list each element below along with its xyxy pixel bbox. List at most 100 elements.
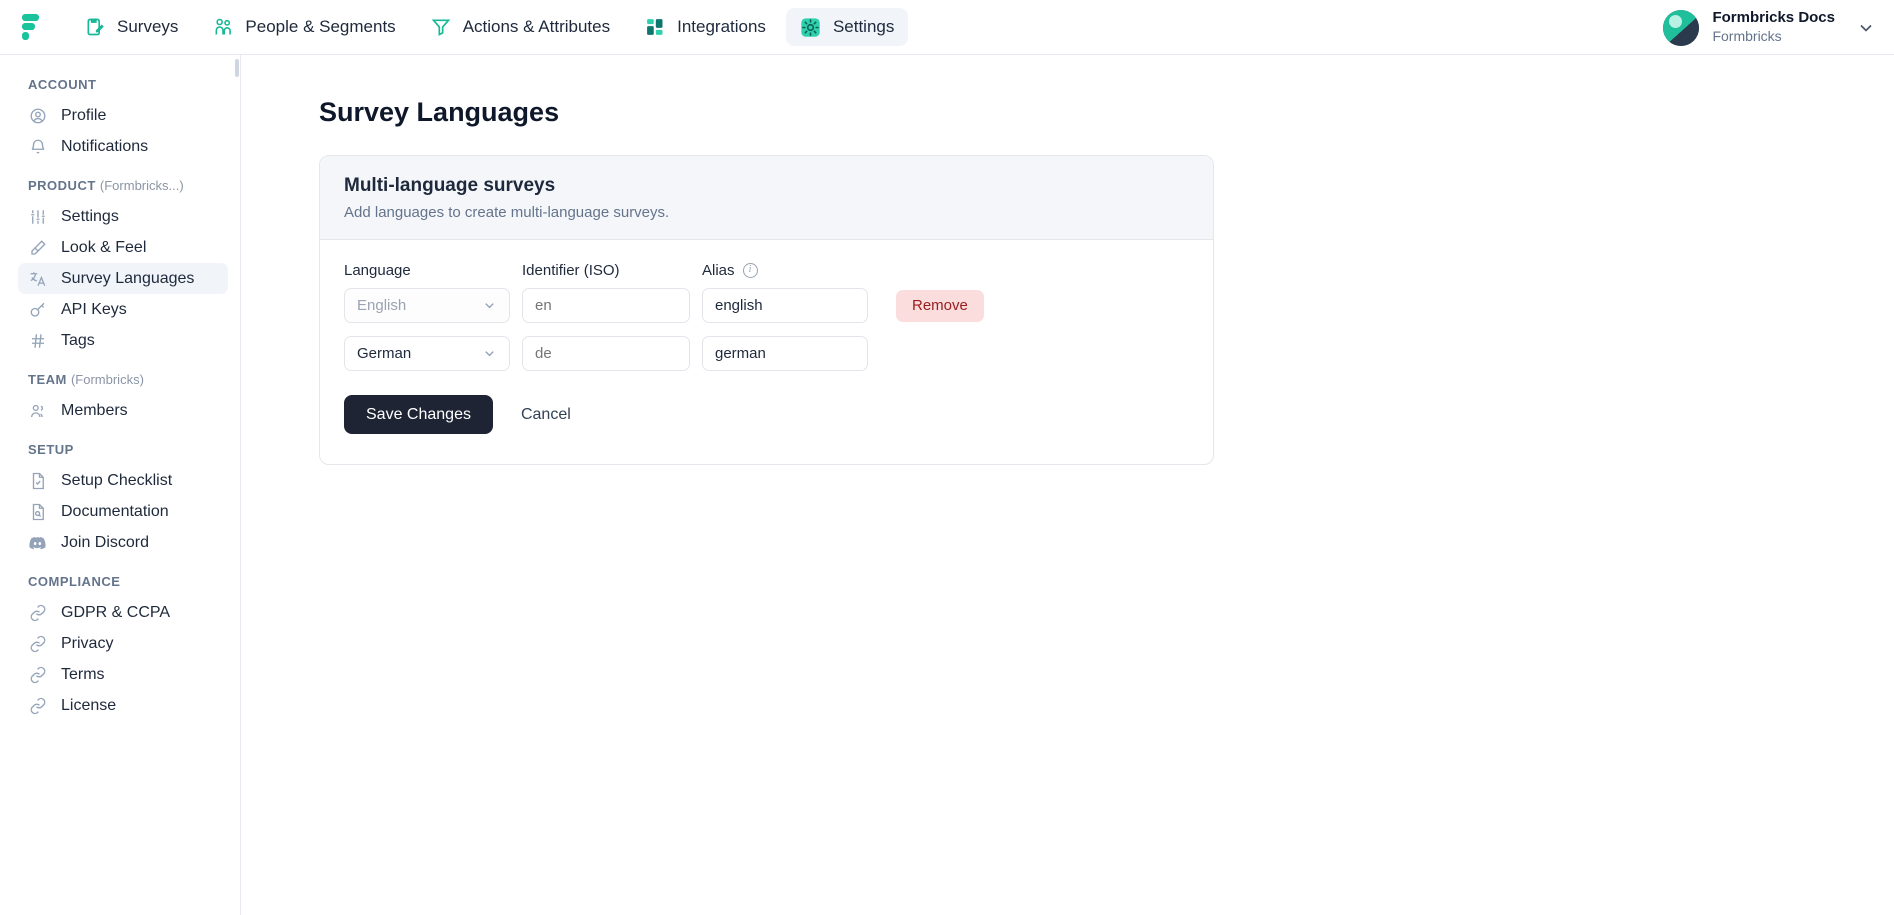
nav-label: Surveys (117, 17, 179, 36)
sidebar-item-privacy[interactable]: Privacy (18, 628, 228, 659)
settings-sidebar: ACCOUNT Profile Notifications PRODUCT (F… (0, 55, 241, 915)
sidebar-heading-sub: (Formbricks) (70, 372, 144, 387)
sidebar-item-members[interactable]: Members (18, 395, 228, 426)
link-icon (28, 603, 47, 622)
sidebar-item-notifications[interactable]: Notifications (18, 131, 228, 162)
sidebar-item-tags[interactable]: Tags (18, 325, 228, 356)
top-navbar: Surveys People & Segments Actions & Attr… (0, 0, 1894, 55)
language-row: German (344, 336, 1189, 371)
alias-input-german[interactable] (702, 336, 868, 371)
nav-item-surveys[interactable]: Surveys (70, 8, 192, 46)
nav-label: Settings (832, 17, 895, 36)
sidebar-item-join-discord[interactable]: Join Discord (18, 527, 228, 558)
file-check-icon (28, 471, 47, 490)
language-select-english[interactable]: English (344, 288, 510, 323)
column-header-identifier: Identifier (ISO) (522, 262, 620, 279)
sidebar-group-heading: ACCOUNT (0, 77, 240, 100)
gear-icon (800, 16, 822, 38)
link-icon (28, 665, 47, 684)
people-icon (212, 16, 234, 38)
formbricks-logo-icon[interactable] (18, 13, 44, 41)
sidebar-heading-sub: (Formbricks...) (99, 178, 184, 193)
file-search-icon (28, 502, 47, 521)
sidebar-item-profile[interactable]: Profile (18, 100, 228, 131)
sidebar-scrollbar[interactable] (235, 59, 239, 77)
nav-item-people-segments[interactable]: People & Segments (198, 8, 409, 46)
sidebar-item-setup-checklist[interactable]: Setup Checklist (18, 465, 228, 496)
sliders-icon (28, 207, 47, 226)
avatar (1663, 9, 1700, 46)
sidebar-group-heading: TEAM (Formbricks) (0, 372, 240, 395)
sidebar-heading-text: SETUP (28, 442, 74, 457)
sidebar-item-look-and-feel[interactable]: Look & Feel (18, 232, 228, 263)
chevron-down-icon[interactable] (1856, 18, 1876, 38)
alias-input-english[interactable] (702, 288, 868, 323)
sidebar-item-label: Terms (61, 665, 105, 683)
clipboard-pencil-icon (84, 16, 106, 38)
sidebar-group-heading: SETUP (0, 442, 240, 465)
sidebar-item-label: Documentation (61, 502, 169, 520)
sidebar-group-team: TEAM (Formbricks) Members (0, 372, 240, 426)
chevron-down-icon (482, 298, 497, 313)
link-icon (28, 634, 47, 653)
iso-input-english[interactable] (522, 288, 690, 323)
nav-label: Integrations (677, 17, 766, 36)
brush-icon (28, 238, 47, 257)
user-circle-icon (28, 106, 47, 125)
remove-button-english[interactable]: Remove (896, 289, 984, 322)
account-org: Formbricks (1712, 28, 1782, 45)
sidebar-item-label: License (61, 696, 117, 714)
sidebar-heading-text: COMPLIANCE (28, 574, 121, 589)
sidebar-item-label: Setup Checklist (61, 471, 173, 489)
column-header-language: Language (344, 262, 411, 279)
language-select-german[interactable]: German (344, 336, 510, 371)
card-title: Multi-language surveys (344, 175, 556, 196)
column-header-alias-text: Alias (702, 262, 735, 279)
nav-item-settings[interactable]: Settings (785, 8, 909, 46)
sidebar-heading-text: TEAM (28, 372, 67, 387)
sidebar-item-label: Survey Languages (61, 269, 195, 287)
nav-label: Actions & Attributes (462, 17, 611, 36)
language-select-value: German (357, 345, 412, 362)
card-subtitle: Add languages to create multi-language s… (344, 204, 670, 221)
hash-icon (28, 331, 47, 350)
sidebar-item-label: Tags (61, 331, 95, 349)
nav-item-actions-attributes[interactable]: Actions & Attributes (416, 8, 624, 46)
sidebar-item-label: Settings (61, 207, 119, 225)
primary-nav: Surveys People & Segments Actions & Attr… (70, 8, 909, 46)
sidebar-group-heading: PRODUCT (Formbricks...) (0, 178, 240, 201)
link-icon (28, 696, 47, 715)
nav-item-integrations[interactable]: Integrations (630, 8, 780, 46)
iso-input-german[interactable] (522, 336, 690, 371)
languages-icon (28, 269, 47, 288)
cancel-button[interactable]: Cancel (521, 406, 571, 424)
blocks-icon (644, 16, 666, 38)
sidebar-item-label: Privacy (61, 634, 114, 652)
bell-icon (28, 137, 47, 156)
sidebar-item-label: GDPR & CCPA (61, 603, 171, 621)
account-name: Formbricks Docs (1712, 9, 1835, 27)
funnel-icon (430, 16, 452, 38)
language-select-value: English (357, 297, 407, 314)
sidebar-item-gdpr-ccpa[interactable]: GDPR & CCPA (18, 597, 228, 628)
sidebar-item-terms[interactable]: Terms (18, 659, 228, 690)
sidebar-heading-text: PRODUCT (28, 178, 96, 193)
account-switcher[interactable]: Formbricks Docs Formbricks (1663, 0, 1876, 55)
discord-icon (28, 533, 47, 552)
main-content: Survey Languages Multi-language surveys … (241, 55, 1894, 915)
sidebar-item-api-keys[interactable]: API Keys (18, 294, 228, 325)
column-header-alias: Alias i (702, 262, 882, 279)
sidebar-item-license[interactable]: License (18, 690, 228, 721)
sidebar-group-product: PRODUCT (Formbricks...) Settings Look & … (0, 178, 240, 356)
card-header: Multi-language surveys Add languages to … (320, 156, 1213, 240)
save-changes-button[interactable]: Save Changes (344, 395, 493, 434)
sidebar-group-account: ACCOUNT Profile Notifications (0, 77, 240, 162)
info-icon[interactable]: i (742, 263, 758, 278)
language-row: English Remove (344, 288, 1189, 323)
sidebar-item-survey-languages[interactable]: Survey Languages (18, 263, 228, 294)
sidebar-item-label: Join Discord (61, 533, 150, 551)
sidebar-item-settings[interactable]: Settings (18, 201, 228, 232)
account-text: Formbricks Docs Formbricks (1712, 9, 1835, 45)
sidebar-heading-text: ACCOUNT (28, 77, 97, 92)
sidebar-item-documentation[interactable]: Documentation (18, 496, 228, 527)
